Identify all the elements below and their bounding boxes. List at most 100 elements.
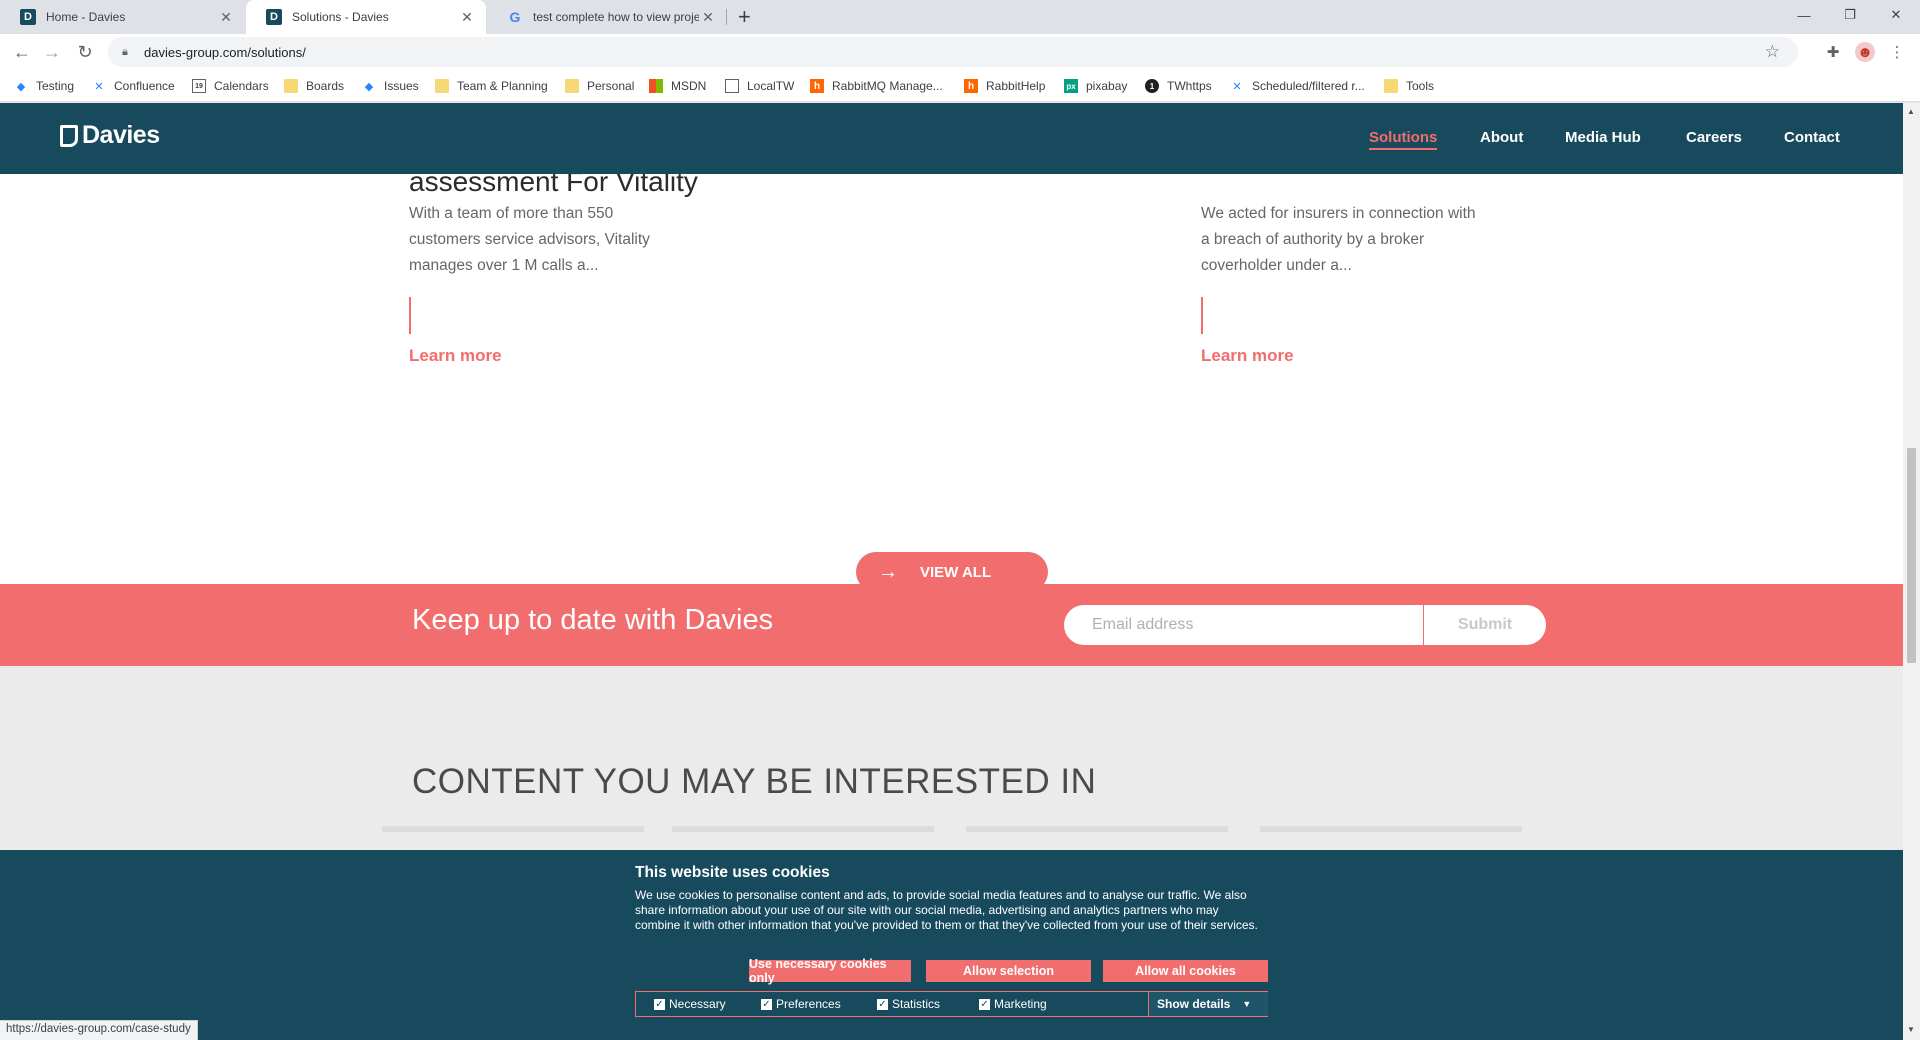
bookmarks-bar: ◆ Testing ✕ Confluence 19 Calendars Boards … [0,70,1920,102]
use-necessary-cookies-button[interactable]: Use necessary cookies only [749,957,911,985]
nav-solutions[interactable]: Solutions [1369,129,1438,150]
nav-media-hub[interactable]: Media Hub [1565,129,1641,146]
calendar-icon: 19 [192,79,206,93]
bookmark-issues[interactable]: ◆ Issues [362,77,419,95]
cookie-banner: This website uses cookies We use cookies… [0,850,1903,1040]
address-url[interactable]: davies-group.com/solutions/ [144,45,306,60]
bookmark-msdn[interactable]: MSDN [649,77,706,95]
google-favicon: G [509,9,521,25]
bookmark-label: Confluence [114,79,175,93]
bookmark-rabbithelp[interactable]: h RabbitHelp [964,77,1045,95]
learn-more-link[interactable]: Learn more [409,346,502,366]
close-tab-icon[interactable]: ✕ [699,9,717,26]
bookmark-star-icon[interactable]: ☆ [1765,42,1780,62]
cookie-title: This website uses cookies [635,864,830,881]
bookmark-label: Calendars [214,79,269,93]
chevron-down-icon: ▼ [1242,999,1252,1009]
learn-more-link[interactable]: Learn more [1201,346,1294,366]
forward-icon[interactable]: → [40,40,64,64]
address-bar[interactable]: 🔒︎ davies-group.com/solutions/ ☆ [108,37,1798,67]
close-window-icon[interactable]: ✕ [1873,0,1919,30]
davies-logo[interactable]: Davies [60,121,160,150]
minimize-icon[interactable]: — [1781,0,1827,30]
menu-kebab-icon[interactable]: ⋮ [1887,42,1907,62]
content-tile[interactable] [966,826,1228,832]
bookmark-scheduled-filtered[interactable]: ✕ Scheduled/filtered r... [1230,77,1364,95]
submit-button[interactable]: Submit [1424,605,1546,645]
bookmark-label: RabbitMQ Manage... [832,79,943,93]
cookie-categories: ✓ Necessary ✓ Preferences ✓ Statistics ✓ Mar… [635,991,1268,1017]
scroll-down-icon[interactable]: ▼ [1907,1025,1915,1034]
bookmark-label: LocalTW [747,79,795,93]
extensions-icon[interactable]: ✚ [1823,42,1843,62]
content-tile[interactable] [382,826,644,832]
tab-separator [726,9,727,25]
confluence-icon: ✕ [1232,80,1242,93]
bookmark-twhttps[interactable]: 1 TWhttps [1145,77,1212,95]
arrow-right-icon: → [878,560,898,583]
newsletter-form: Submit [1064,605,1546,645]
bookmark-boards[interactable]: Boards [284,77,344,95]
bookmark-label: Testing [36,79,75,93]
bookmark-label: TWhttps [1167,79,1212,93]
bookmark-label: Issues [384,79,419,93]
bookmark-testing[interactable]: ◆ Testing [14,77,74,95]
link-status-bar: https://davies-group.com/case-study [0,1020,198,1040]
bookmark-pixabay[interactable]: px pixabay [1064,77,1127,95]
back-icon[interactable]: ← [10,40,34,64]
bookmark-team-planning[interactable]: Team & Planning [435,77,548,95]
view-all-label: VIEW ALL [920,563,992,581]
jira-icon: ◆ [16,80,26,93]
reload-icon[interactable]: ↻ [73,40,97,64]
allow-selection-button[interactable]: Allow selection [926,960,1091,982]
tab-title: Home - Davies [46,10,126,24]
tab-home-davies[interactable]: D Home - Davies ✕ [0,0,245,34]
bookmark-tools[interactable]: Tools [1384,77,1434,95]
close-tab-icon[interactable]: ✕ [217,9,235,26]
folder-icon [1384,79,1398,93]
related-content-heading: CONTENT YOU MAY BE INTERESTED IN [412,762,1097,801]
nav-about[interactable]: About [1480,129,1523,146]
allow-all-cookies-button[interactable]: Allow all cookies [1103,960,1268,982]
scroll-up-icon[interactable]: ▲ [1907,107,1915,116]
close-tab-icon[interactable]: ✕ [458,9,476,26]
tab-google-search[interactable]: G test complete how to view proje ✕ [487,0,727,34]
new-tab-button[interactable]: + [738,4,751,30]
pixabay-icon: px [1064,79,1078,93]
email-field[interactable] [1064,605,1424,645]
statistics-checkbox[interactable]: ✓ Statistics [877,997,940,1011]
davies-favicon: D [20,9,36,25]
logo-text: Davies [82,121,160,149]
tab-solutions-davies[interactable]: D Solutions - Davies ✕ [246,0,486,34]
page-scrollbar[interactable]: ▲ ▼ [1903,103,1920,1040]
nav-contact[interactable]: Contact [1784,129,1840,146]
davies-logo-icon [60,124,78,147]
bookmark-label: MSDN [671,79,707,93]
case-study-excerpt: With a team of more than 550 customers s… [409,201,709,279]
folder-icon [565,79,579,93]
profile-avatar-icon[interactable]: ☻ [1855,42,1875,62]
excerpt-line: customers service advisors, Vitality [409,231,650,248]
bookmark-label: Boards [306,79,345,93]
content-tile[interactable] [672,826,934,832]
tw-icon: 1 [1145,79,1159,93]
preferences-checkbox[interactable]: ✓ Preferences [761,997,841,1011]
bookmark-personal[interactable]: Personal [565,77,634,95]
scrollbar-thumb[interactable] [1907,448,1916,663]
nav-careers[interactable]: Careers [1686,129,1742,146]
case-studies-section: assessment For Vitality With a team of m… [0,166,1903,584]
davies-favicon: D [266,9,282,25]
bookmark-confluence[interactable]: ✕ Confluence [92,77,175,95]
marketing-checkbox[interactable]: ✓ Marketing [979,997,1047,1011]
tab-title: Solutions - Davies [292,10,389,24]
checkbox-label: Marketing [994,997,1047,1011]
bookmark-localtw[interactable]: LocalTW [725,77,794,95]
bookmark-rabbitmq-manage[interactable]: h RabbitMQ Manage... [810,77,943,95]
content-tile[interactable] [1260,826,1522,832]
restore-icon[interactable]: ❐ [1827,0,1873,30]
show-details-button[interactable]: Show details ▼ [1148,992,1268,1016]
excerpt-line: We acted for insurers in connection with [1201,205,1476,222]
newsletter-title: Keep up to date with Davies [412,604,774,636]
bookmark-calendars[interactable]: 19 Calendars [192,77,269,95]
necessary-checkbox[interactable]: ✓ Necessary [654,997,726,1011]
